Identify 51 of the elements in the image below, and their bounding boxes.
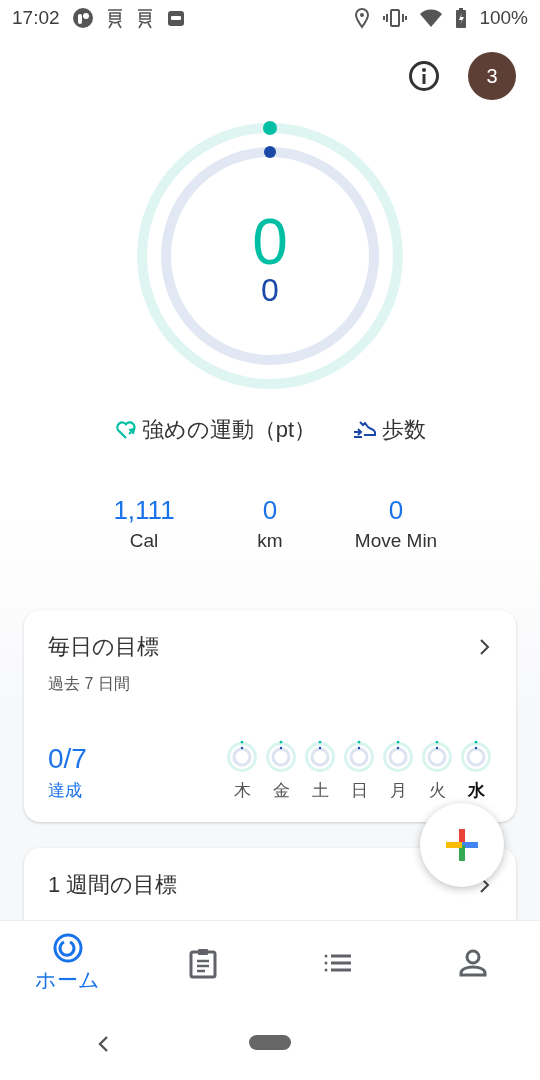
- vibrate-icon: [383, 8, 408, 28]
- wifi-icon: [419, 8, 444, 28]
- app-notification-icon: [71, 7, 94, 29]
- goal-score: 0/7: [48, 743, 87, 775]
- chevron-right-icon: [478, 637, 492, 657]
- app-notification-icon: [165, 8, 186, 28]
- day-label: 月: [389, 780, 407, 802]
- location-icon: [353, 7, 372, 29]
- ring-icon: [51, 932, 84, 964]
- stat-value: 0: [262, 495, 278, 526]
- card-title: 毎日の目標: [48, 633, 159, 661]
- info-icon[interactable]: [408, 60, 440, 92]
- goal-ring: [382, 741, 414, 773]
- day-label: 水: [467, 780, 485, 802]
- goal-ring: [265, 741, 297, 773]
- app-notification-icon: [105, 7, 124, 29]
- stat-label: Move Min: [354, 530, 438, 552]
- goal-ring: [304, 741, 336, 773]
- back-icon[interactable]: [96, 1034, 110, 1054]
- day-label: 木: [233, 780, 251, 802]
- stat-value: 1,111: [113, 495, 175, 526]
- legend-label: 歩数: [382, 416, 427, 444]
- card-title: 1 週間の目標: [48, 871, 178, 899]
- goal-ring: [421, 741, 453, 773]
- clipboard-icon: [187, 947, 218, 979]
- goal-score-label: 達成: [48, 780, 83, 802]
- day-label: 日: [350, 780, 368, 802]
- goal-ring: [460, 741, 492, 773]
- plus-icon: [444, 827, 480, 863]
- heart-points-value: 0: [252, 210, 288, 274]
- day-label: 金: [272, 780, 290, 802]
- card-subtitle: 過去 7 日間: [48, 674, 131, 694]
- stat-value: 0: [388, 495, 404, 526]
- steps-value: 0: [261, 274, 279, 306]
- battery-percent: 100%: [479, 7, 528, 29]
- avatar[interactable]: 3: [468, 52, 516, 100]
- battery-icon: [455, 7, 468, 29]
- stat-label: Cal: [129, 530, 159, 552]
- day-label: 土: [311, 780, 329, 802]
- goal-ring: [226, 741, 258, 773]
- nav-tab[interactable]: ホーム: [0, 921, 135, 1005]
- goal-ring: [343, 741, 375, 773]
- clock-time: 17:02: [12, 7, 60, 29]
- home-pill[interactable]: [249, 1035, 291, 1050]
- weekly-goals-card[interactable]: 1 週間の目標: [24, 848, 516, 920]
- person-icon: [457, 948, 488, 978]
- day-label: 火: [428, 780, 446, 802]
- app-notification-icon: [135, 7, 154, 29]
- legend-label: 強めの運動（pt）: [141, 416, 317, 444]
- stat-label: km: [257, 530, 283, 552]
- daily-goals-card[interactable]: 毎日の目標 過去 7 日間 0/7 達成 木 金 土 日 月 火 水: [24, 610, 516, 822]
